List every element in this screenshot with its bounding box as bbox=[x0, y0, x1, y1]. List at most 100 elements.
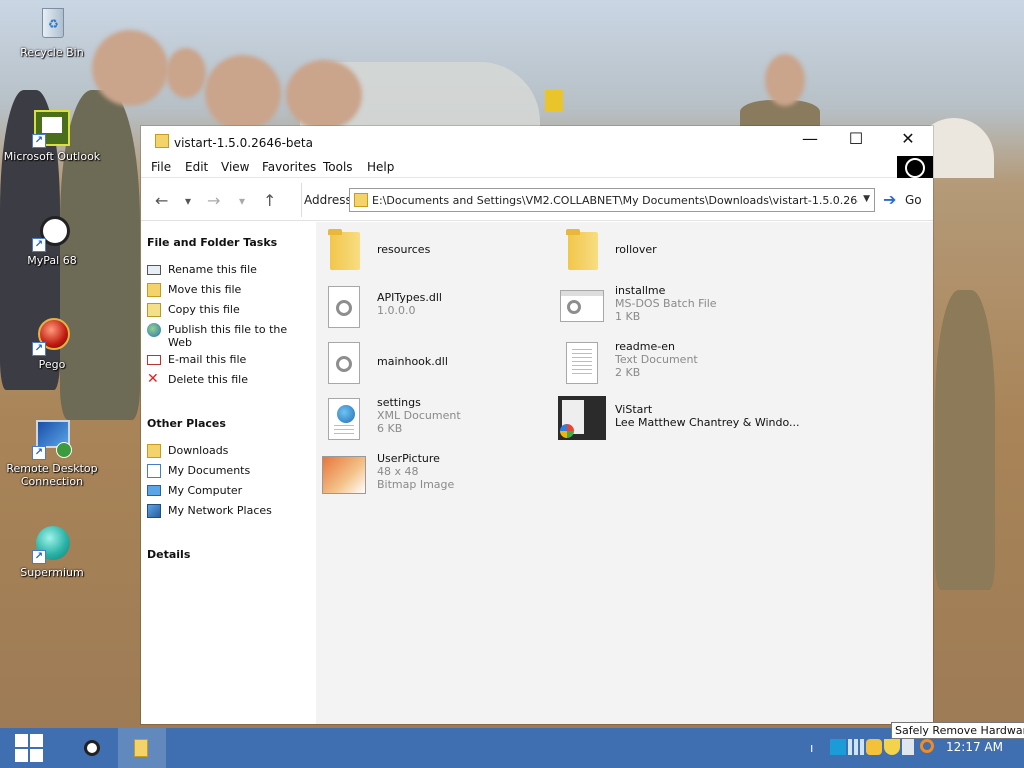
wallpaper-blurred-face bbox=[205, 55, 281, 131]
vistart-app-icon bbox=[558, 396, 606, 440]
text-file-icon bbox=[558, 340, 604, 384]
taskbar: ı 12:17 AM bbox=[0, 728, 1024, 768]
task-delete[interactable]: ✕ Delete this file bbox=[147, 371, 312, 387]
address-input[interactable]: E:\Documents and Settings\VM2.COLLABNET\… bbox=[372, 194, 858, 207]
shortcut-arrow-icon: ↗ bbox=[32, 134, 46, 148]
explorer-window: vistart-1.5.0.2646-beta — ☐ ✕ File Edit … bbox=[141, 126, 933, 724]
forward-dropdown-button[interactable]: ▾ bbox=[239, 194, 245, 208]
task-publish[interactable]: Publish this file to the Web bbox=[147, 323, 312, 349]
desktop-icon-pego[interactable]: ↗ Pego bbox=[0, 316, 104, 371]
go-arrow-icon[interactable]: ➔ bbox=[883, 190, 896, 209]
folder-icon bbox=[147, 444, 161, 458]
remote-desktop-icon: ↗ bbox=[32, 420, 72, 460]
place-my-documents[interactable]: My Documents bbox=[147, 464, 312, 478]
desktop-icon-label: Recycle Bin bbox=[20, 46, 84, 59]
task-move[interactable]: Move this file bbox=[147, 283, 312, 297]
forward-button[interactable]: → bbox=[207, 191, 220, 210]
tray-search-icon[interactable] bbox=[920, 739, 934, 753]
file-item-readme[interactable]: readme-en Text Document 2 KB bbox=[558, 340, 788, 388]
delete-icon: ✕ bbox=[147, 371, 159, 387]
supermium-icon: ↗ bbox=[32, 524, 72, 564]
file-item-vistart[interactable]: ViStart Lee Matthew Chantrey & Windo... bbox=[558, 396, 800, 444]
email-icon bbox=[147, 355, 161, 365]
network-icon bbox=[147, 504, 161, 518]
place-my-computer[interactable]: My Computer bbox=[147, 484, 312, 497]
rename-icon bbox=[147, 265, 161, 275]
wallpaper-flag bbox=[545, 90, 563, 112]
file-item-apitypes[interactable]: APITypes.dll 1.0.0.0 bbox=[320, 284, 550, 332]
folder-icon bbox=[354, 193, 368, 207]
clock[interactable]: 12:17 AM bbox=[946, 740, 1003, 754]
other-places-heading[interactable]: Other Places bbox=[147, 417, 226, 430]
desktop-icon-mypal[interactable]: ↗ MyPal 68 bbox=[0, 212, 104, 267]
file-item-mainhook[interactable]: mainhook.dll bbox=[320, 340, 550, 388]
shortcut-arrow-icon: ↗ bbox=[32, 446, 46, 460]
menu-bar: File Edit View Favorites Tools Help bbox=[141, 156, 933, 178]
move-icon bbox=[147, 283, 161, 297]
desktop-icon-microsoft-outlook[interactable]: ↗ Microsoft Outlook bbox=[0, 108, 104, 163]
shortcut-arrow-icon: ↗ bbox=[32, 238, 46, 252]
minimize-button[interactable]: — bbox=[787, 126, 833, 154]
desktop-icon-supermium[interactable]: ↗ Supermium bbox=[0, 524, 104, 579]
bitmap-file-icon bbox=[320, 452, 366, 496]
file-item-settings[interactable]: settings XML Document 6 KB bbox=[320, 396, 550, 444]
up-folder-button[interactable]: ↑ bbox=[263, 191, 276, 210]
tray-tm-icon[interactable] bbox=[830, 739, 846, 755]
window-titlebar[interactable]: vistart-1.5.0.2646-beta — ☐ ✕ bbox=[141, 126, 933, 156]
window-title: vistart-1.5.0.2646-beta bbox=[174, 136, 313, 150]
dll-file-icon bbox=[320, 284, 366, 328]
menu-file[interactable]: File bbox=[151, 160, 171, 174]
file-item-userpicture[interactable]: UserPicture 48 x 48 Bitmap Image bbox=[320, 452, 550, 500]
copy-icon bbox=[147, 303, 161, 317]
task-copy[interactable]: Copy this file bbox=[147, 303, 312, 317]
wallpaper-figure bbox=[935, 290, 995, 590]
menu-favorites[interactable]: Favorites bbox=[262, 160, 316, 174]
taskbar-item-mypal[interactable] bbox=[68, 728, 116, 768]
folder-icon bbox=[155, 134, 169, 148]
file-item-rollover[interactable]: rollover bbox=[558, 228, 788, 276]
taskbar-item-explorer[interactable] bbox=[118, 728, 166, 768]
desktop-icon-label: Supermium bbox=[20, 566, 84, 579]
go-button[interactable]: Go bbox=[905, 193, 922, 207]
file-item-resources[interactable]: resources bbox=[320, 228, 550, 276]
maximize-button[interactable]: ☐ bbox=[833, 126, 879, 154]
place-my-network[interactable]: My Network Places bbox=[147, 504, 312, 518]
tray-chat-icon[interactable] bbox=[866, 739, 882, 755]
desktop-icon-recycle-bin[interactable]: ♻ Recycle Bin bbox=[0, 4, 104, 59]
dll-file-icon bbox=[320, 340, 366, 384]
back-button[interactable]: ← bbox=[155, 191, 168, 210]
folder-icon bbox=[558, 228, 604, 272]
task-email[interactable]: E-mail this file bbox=[147, 353, 312, 366]
safely-remove-hardware-icon[interactable] bbox=[902, 739, 914, 755]
file-item-installme[interactable]: installme MS-DOS Batch File 1 KB bbox=[558, 284, 788, 332]
close-button[interactable]: ✕ bbox=[885, 126, 931, 154]
details-heading[interactable]: Details bbox=[147, 548, 190, 561]
mypal-icon: ↗ bbox=[32, 212, 72, 252]
task-rename[interactable]: Rename this file bbox=[147, 263, 312, 276]
menu-tools[interactable]: Tools bbox=[323, 160, 353, 174]
wallpaper-blurred-face bbox=[166, 48, 206, 98]
menu-help[interactable]: Help bbox=[367, 160, 394, 174]
windows-logo-icon bbox=[15, 734, 43, 762]
mypal-icon bbox=[84, 740, 100, 756]
file-folder-tasks-heading[interactable]: File and Folder Tasks bbox=[147, 236, 277, 249]
address-toolbar: ← ▾ → ▾ ↑ Address E:\Documents and Setti… bbox=[141, 179, 933, 221]
wallpaper-blurred-face bbox=[765, 54, 805, 106]
address-dropdown-icon[interactable]: ▼ bbox=[863, 194, 870, 204]
tray-shield-icon[interactable] bbox=[884, 739, 900, 755]
start-button[interactable] bbox=[0, 728, 58, 768]
task-pane: File and Folder Tasks Rename this file M… bbox=[141, 222, 316, 724]
back-dropdown-button[interactable]: ▾ bbox=[185, 194, 191, 208]
toolbar-separator bbox=[301, 183, 302, 217]
tray-grid-icon[interactable] bbox=[848, 739, 864, 755]
desktop-icon-remote-desktop[interactable]: ↗ Remote Desktop Connection bbox=[0, 420, 104, 488]
folder-icon bbox=[320, 228, 366, 272]
address-label: Address bbox=[304, 193, 352, 207]
menu-view[interactable]: View bbox=[221, 160, 249, 174]
menu-edit[interactable]: Edit bbox=[185, 160, 208, 174]
place-downloads[interactable]: Downloads bbox=[147, 444, 312, 458]
address-bar[interactable]: E:\Documents and Settings\VM2.COLLABNET\… bbox=[349, 188, 875, 212]
windows-flag-logo-icon bbox=[897, 156, 933, 178]
tray-label: ı bbox=[810, 741, 814, 755]
computer-icon bbox=[147, 485, 161, 496]
